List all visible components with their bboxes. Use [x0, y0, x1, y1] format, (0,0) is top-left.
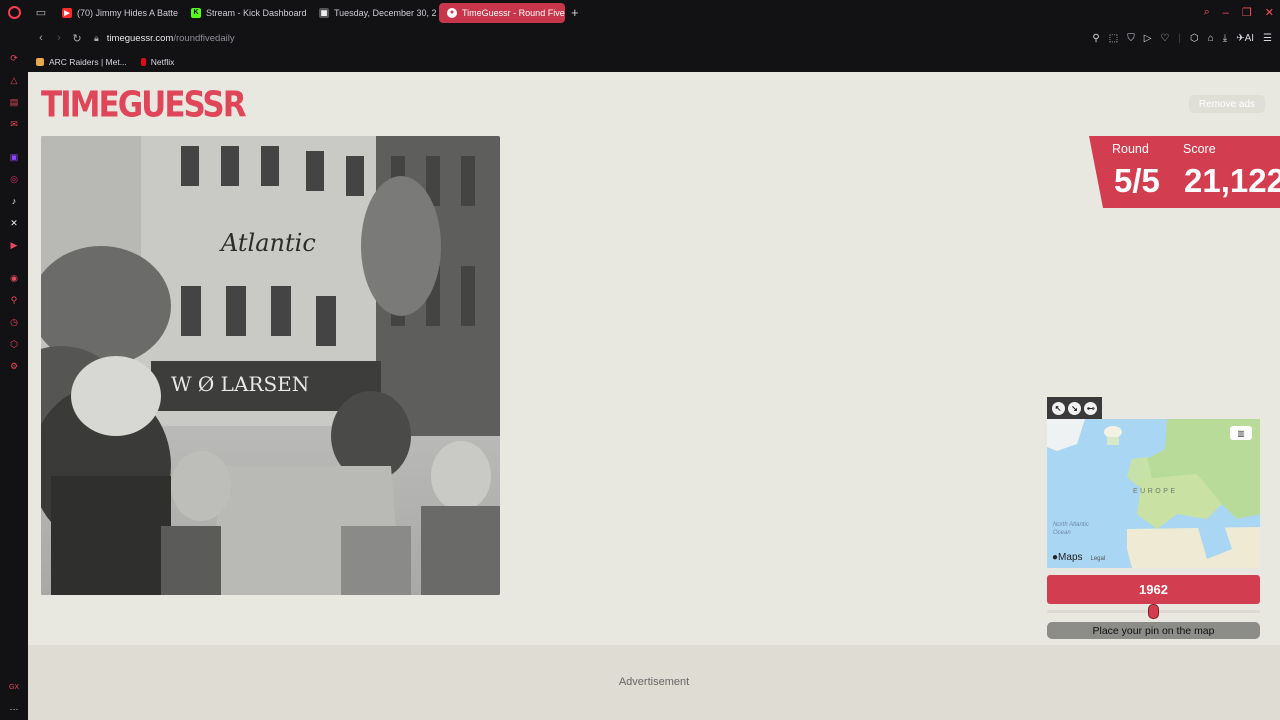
tab-timeguessr[interactable]: ● TimeGuessr - Round Five [439, 2, 565, 23]
search-icon[interactable]: ⌕ [1204, 6, 1210, 19]
wallet-icon[interactable]: ⌂ [1208, 33, 1214, 44]
tab-kick[interactable]: K Stream - Kick Dashboard [183, 3, 309, 23]
map-toolbar: ↖ ↘ ⊷ [1047, 397, 1102, 419]
round-photo[interactable]: W Ø LARSEN Atlantic [41, 136, 500, 595]
tab-label: Stream - Kick Dashboard [206, 7, 307, 18]
url-path: /roundfivedaily [173, 32, 235, 44]
lock-icon: 🔒︎ [94, 32, 99, 43]
heart-icon[interactable]: ♡ [1160, 33, 1169, 44]
map-mode-icon[interactable]: ▥ [1230, 426, 1252, 440]
speed-dial-icon[interactable]: ⟳ [8, 52, 20, 64]
ai-label: AI [1244, 32, 1255, 44]
timeguessr-logo[interactable]: TIMEGUESSR [41, 82, 247, 128]
advertisement-area: Advertisement [28, 645, 1280, 720]
map-region-label: EUROPE [1133, 488, 1178, 495]
download-icon[interactable]: ⤓ [1223, 33, 1227, 44]
menu-icon[interactable]: ☰ [1263, 33, 1272, 44]
page-content: TIMEGUESSR Remove ads W Ø LARSEN Atlanti… [28, 72, 1280, 720]
bookmark-netflix[interactable]: Netflix [140, 56, 175, 67]
kick-favicon-icon: K [191, 7, 201, 18]
restore-icon[interactable]: ❐ [1242, 6, 1252, 19]
address-bar: ‹ › ↻ 🔒︎ timeguessr.com/roundfivedaily ⚲… [28, 25, 1280, 51]
tab-overview-icon[interactable]: ▭ [28, 0, 54, 25]
new-tab-button[interactable]: + [571, 5, 579, 20]
settings-icon[interactable]: ⚙ [8, 360, 20, 372]
ai-button[interactable]: ✈AI [1236, 33, 1254, 44]
youtube-icon[interactable]: ▶ [8, 239, 20, 251]
tab-youtube[interactable]: ▶ (70) Jimmy Hides A Batte [54, 3, 181, 23]
twitch-icon[interactable]: ▣ [8, 151, 20, 163]
svg-text:W Ø LARSEN: W Ø LARSEN [171, 372, 309, 396]
bookmark-label: Netflix [150, 56, 175, 67]
score-value: 21,122 [1184, 162, 1280, 199]
score-panel: Round 5/5 Score 21,122 [1089, 136, 1280, 208]
youtube-favicon-icon: ▶ [62, 7, 72, 18]
street-scene-image: W Ø LARSEN Atlantic [41, 136, 500, 595]
player-icon[interactable]: ◉ [8, 272, 20, 284]
adblock-icon[interactable]: ⛉ [1127, 33, 1135, 44]
year-slider-thumb[interactable] [1148, 604, 1159, 619]
tab-label: TimeGuessr - Round Five [462, 7, 565, 18]
timeguessr-favicon-icon: ● [447, 7, 457, 18]
svg-text:Atlantic: Atlantic [219, 229, 316, 257]
tab-label: (70) Jimmy Hides A Batte [77, 7, 179, 18]
bookmark-label: ARC Raiders | Met... [49, 56, 127, 67]
maps-label: Maps [1058, 552, 1083, 563]
shrink-map-icon[interactable]: ↘ [1067, 401, 1081, 415]
aria-icon[interactable]: △ [8, 74, 20, 86]
url-field[interactable]: timeguessr.com/roundfivedaily [107, 33, 235, 44]
url-domain: timeguessr.com [106, 32, 174, 44]
year-display: 1962 [1047, 575, 1260, 604]
tab-label: Tuesday, December 30, 2 [334, 7, 437, 18]
minimize-icon[interactable]: – [1223, 7, 1229, 19]
browser-sidebar: ⟳ △ ▤ ✉ ▣ ◎ ♪ ✕ ▶ ◉ ⚲ ◷ ⬡ ⚙ GX ⋯ [0, 25, 28, 720]
place-pin-button[interactable]: Place your pin on the map [1047, 622, 1260, 639]
snapshot-icon[interactable]: ⬚ [1109, 33, 1118, 44]
extensions-icon[interactable]: ⬡ [1190, 33, 1199, 44]
news-icon[interactable]: ▤ [8, 96, 20, 108]
netflix-icon [140, 57, 146, 66]
mail-icon[interactable]: ✉ [8, 118, 20, 130]
opera-logo-icon[interactable] [0, 0, 28, 25]
arc-raiders-icon [36, 57, 44, 66]
tab-bar: ▭ ▶ (70) Jimmy Hides A Batte K Stream - … [0, 0, 1280, 25]
x-icon[interactable]: ✕ [8, 217, 20, 229]
pin-page-icon[interactable]: ⚲ [1092, 33, 1099, 44]
score-label: Score [1183, 142, 1216, 156]
advertisement-label: Advertisement [618, 676, 690, 688]
pin-map-icon[interactable]: ⊷ [1084, 401, 1098, 415]
instagram-icon[interactable]: ◎ [8, 173, 20, 185]
gx-icon[interactable]: GX [8, 681, 20, 693]
forward-icon[interactable]: › [50, 32, 68, 44]
divider: | [1178, 32, 1181, 44]
extensions-icon[interactable]: ⬡ [8, 338, 20, 350]
more-icon[interactable]: ⋯ [8, 703, 20, 715]
bookmarks-bar: ARC Raiders | Met... Netflix [28, 51, 1280, 72]
close-icon[interactable]: ✕ [1265, 6, 1274, 19]
expand-map-icon[interactable]: ↖ [1051, 401, 1065, 415]
back-icon[interactable]: ‹ [32, 32, 50, 44]
page-favicon-icon: ▦ [319, 7, 329, 18]
reload-icon[interactable]: ↻ [68, 32, 86, 45]
remove-ads-button[interactable]: Remove ads [1189, 95, 1265, 113]
apple-maps-logo: ●Maps [1052, 552, 1083, 563]
guess-map[interactable]: ▥ EUROPE North Atlantic Ocean ●Maps Lega… [1047, 419, 1260, 568]
map-ocean-label: North Atlantic Ocean [1053, 522, 1089, 536]
bookmark-arc-raiders[interactable]: ARC Raiders | Met... [36, 57, 127, 67]
history-icon[interactable]: ◷ [8, 316, 20, 328]
round-value: 5/5 [1114, 162, 1160, 199]
pin-icon[interactable]: ⚲ [8, 294, 20, 306]
tiktok-icon[interactable]: ♪ [8, 195, 20, 207]
player-icon[interactable]: ▷ [1144, 33, 1152, 44]
tab-date[interactable]: ▦ Tuesday, December 30, 2 [311, 3, 437, 23]
legal-link[interactable]: Legal [1091, 556, 1106, 562]
round-label: Round [1112, 142, 1149, 156]
